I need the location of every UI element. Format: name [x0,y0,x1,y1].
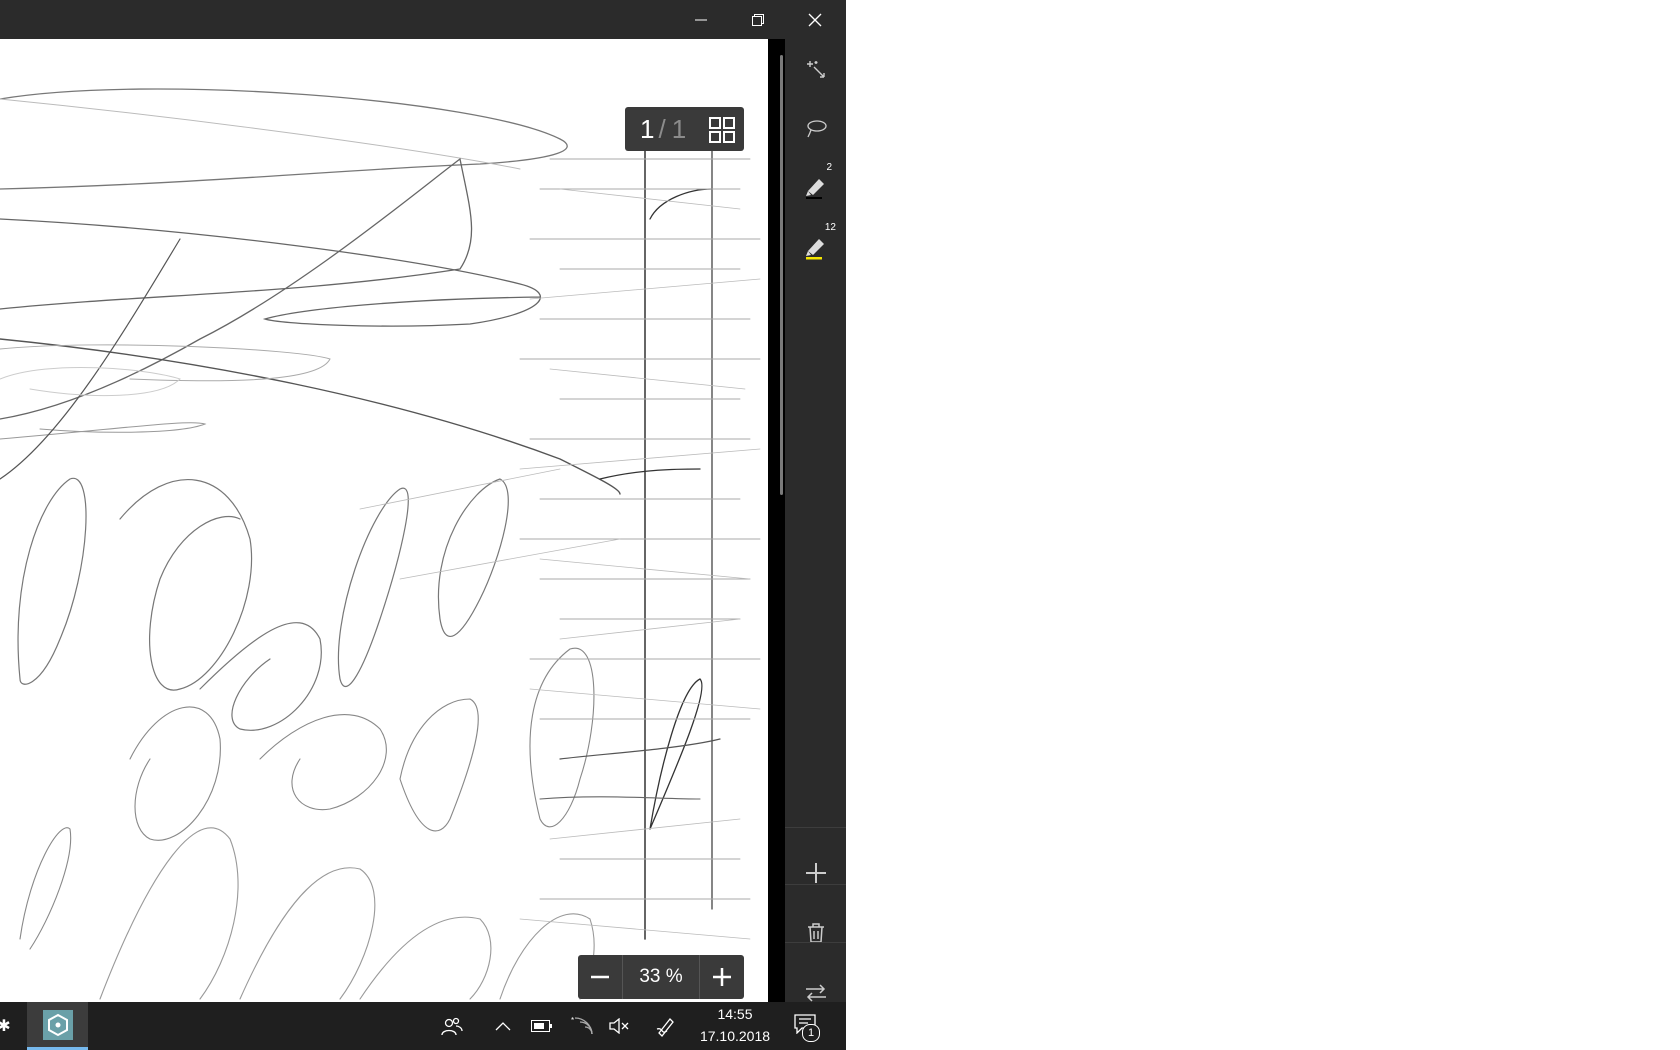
pen-icon [805,179,824,199]
chevron-up-icon [495,1022,511,1031]
grid-view-button[interactable] [708,116,736,144]
zoom-control: 33 % [578,955,744,999]
minimize-button[interactable] [672,0,729,39]
network-button[interactable]: * [567,1002,597,1050]
clock-date: 17.10.2018 [699,1028,771,1044]
toolbar-separator [785,942,846,943]
swap-arrows-icon [805,984,826,1002]
notification-count: 1 [802,1023,820,1042]
highlighter-size-badge: 12 [824,222,836,233]
restore-button[interactable] [729,0,786,39]
drawing-canvas[interactable]: 1 / 1 33 % [0,39,768,1002]
taskbar-app-partial[interactable]: ✱ [0,1002,11,1050]
minimize-icon [694,19,707,20]
wifi-icon: * [571,1017,593,1035]
tool-sidebar: 2 12 [785,39,846,1002]
zoom-in-button[interactable] [700,955,744,999]
people-button[interactable] [437,1002,467,1050]
restore-icon [751,13,764,26]
action-center: 1 [794,1013,820,1042]
add-page-button[interactable] [785,848,846,898]
scrollbar-thumb[interactable] [780,55,783,495]
close-button[interactable] [786,0,843,39]
show-hidden-icons-button[interactable] [488,1002,518,1050]
close-icon [808,13,821,26]
lasso-icon [806,120,827,138]
battery-button[interactable] [527,1002,557,1050]
toolbar-separator [785,827,846,828]
taskbar-app-active[interactable] [27,1002,88,1050]
page-separator: / [658,113,666,144]
select-tool-button[interactable] [785,44,846,94]
trash-icon [807,923,824,943]
page-counter: 1 / 1 [625,107,744,151]
ink-strokes [0,88,761,1000]
volume-button[interactable] [605,1002,635,1050]
zoom-out-button[interactable] [578,955,622,999]
current-page: 1 [640,113,655,144]
taskbar: ✱ * 14:55 17.10.2018 1 [0,1002,846,1050]
app-window: 1 / 1 33 % 2 12 ✱ * 14:55 17.10.2018 1 [0,0,846,1050]
people-icon [441,1017,463,1036]
toolbar-separator [785,884,846,885]
pen-icon [656,1018,674,1037]
app-hexagon-icon [42,1009,73,1040]
sparkle-icon: ✱ [0,1018,11,1035]
total-pages: 1 [671,113,687,144]
vertical-scrollbar[interactable] [768,39,785,1002]
battery-icon [531,1020,552,1032]
minus-icon [591,975,609,979]
delete-button[interactable] [785,908,846,958]
action-center-button[interactable]: 1 [790,1002,820,1050]
speaker-muted-icon [609,1018,629,1034]
plus-icon [713,968,731,986]
highlighter-tool-button[interactable]: 12 [785,222,846,272]
grid-view-icon [709,117,735,143]
pen-tool-button[interactable]: 2 [785,162,846,212]
sparkle-cursor-icon [806,61,825,78]
svg-text:*: * [571,1017,574,1025]
highlighter-icon [805,239,824,260]
clock[interactable]: 14:55 17.10.2018 [690,1002,780,1050]
pen-size-badge: 2 [826,162,832,173]
zoom-level: 33 % [622,955,700,999]
lasso-tool-button[interactable] [785,104,846,154]
clock-time: 14:55 [717,1006,753,1022]
plus-icon [805,863,826,883]
pen-workspace-button[interactable] [651,1002,681,1050]
title-bar [0,0,846,39]
